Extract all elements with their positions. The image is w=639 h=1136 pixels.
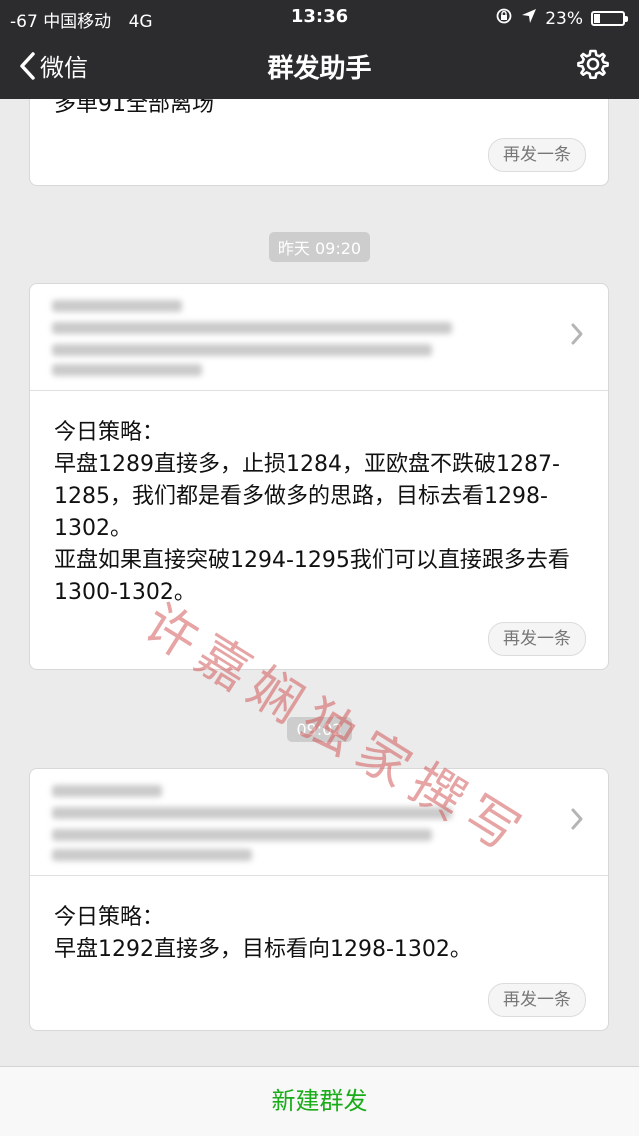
timestamp: 昨天 09:20 bbox=[0, 232, 639, 262]
top-bar: -67 中国移动 4G 13:36 23% 微信 群发助手 bbox=[0, 0, 639, 99]
new-broadcast-button[interactable]: 新建群发 bbox=[0, 1067, 639, 1136]
chevron-right-icon bbox=[571, 808, 583, 830]
message-card: 今日策略： 早盘1292直接多，目标看向1298-1302。 再发一条 bbox=[29, 768, 609, 1031]
message-card: 今日策略： 早盘1289直接多，止损1284，亚欧盘不跌破1287-1285，我… bbox=[29, 283, 609, 670]
resend-button[interactable]: 再发一条 bbox=[488, 622, 586, 656]
message-list[interactable]: 多单91全部离场 再发一条 昨天 09:20 今日策略： 早盘1289直接多，止… bbox=[0, 99, 639, 1066]
battery-level-fill bbox=[594, 14, 600, 23]
gear-icon bbox=[577, 49, 609, 79]
settings-button[interactable] bbox=[577, 48, 609, 80]
status-right: 23% bbox=[495, 7, 628, 30]
recipients-row[interactable] bbox=[30, 284, 608, 391]
nav-bar: 微信 群发助手 bbox=[0, 34, 639, 99]
message-text: 今日策略： 早盘1289直接多，止损1284，亚欧盘不跌破1287-1285，我… bbox=[54, 420, 570, 605]
resend-button[interactable]: 再发一条 bbox=[488, 983, 586, 1017]
location-arrow-icon bbox=[521, 8, 537, 29]
timestamp-label: 昨天 09:20 bbox=[268, 232, 371, 262]
bottom-bar: 新建群发 bbox=[0, 1066, 639, 1136]
broadcast-assistant-screen: -67 中国移动 4G 13:36 23% 微信 群发助手 多单91全部离场 再… bbox=[0, 0, 639, 1136]
timestamp-label: 09:02 bbox=[287, 717, 352, 742]
rotation-lock-icon bbox=[495, 7, 513, 30]
recipients-row[interactable] bbox=[30, 769, 608, 876]
timestamp: 09:02 bbox=[0, 717, 639, 742]
message-text: 多单91全部离场 bbox=[54, 99, 214, 117]
page-title: 群发助手 bbox=[267, 54, 372, 84]
recipient-names-blurred bbox=[52, 783, 472, 861]
resend-button[interactable]: 再发一条 bbox=[488, 138, 586, 172]
status-bar: -67 中国移动 4G 13:36 23% bbox=[0, 0, 639, 34]
battery-percent: 23% bbox=[545, 8, 583, 29]
message-text: 今日策略： 早盘1292直接多，目标看向1298-1302。 bbox=[54, 905, 472, 962]
message-card: 多单91全部离场 再发一条 bbox=[29, 99, 609, 186]
recipient-names-blurred bbox=[52, 298, 472, 376]
battery-icon bbox=[591, 11, 628, 26]
chevron-right-icon bbox=[571, 323, 583, 345]
